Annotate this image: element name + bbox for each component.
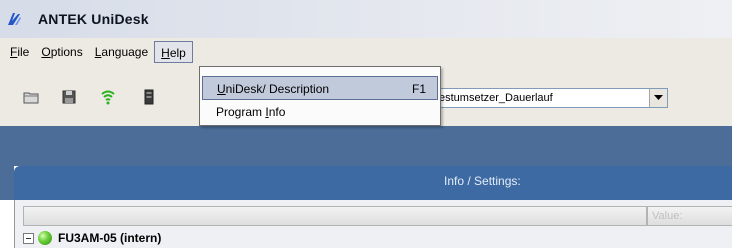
title-bar: ANTEK UniDesk [0, 0, 732, 38]
header-value-column[interactable]: Value: [647, 206, 732, 226]
menu-options[interactable]: Options [35, 41, 88, 63]
combo-dropdown-button[interactable] [649, 89, 667, 107]
info-settings-panel: Info / Settings: [14, 166, 732, 200]
menu-item-program-info[interactable]: Program Info [202, 100, 438, 124]
tree-row-label: FU3AM-05 (intern) [58, 231, 162, 245]
project-combo[interactable]: estumsetzer_Dauerlauf [432, 88, 668, 108]
menu-file[interactable]: File [4, 41, 35, 63]
app-logo-icon [8, 13, 21, 25]
collapse-icon[interactable] [23, 232, 34, 244]
tree-header: Value: [14, 200, 732, 228]
panel-frame [0, 166, 14, 200]
panel-title: Info / Settings: [444, 174, 521, 188]
folder-open-icon[interactable] [22, 88, 40, 106]
menu-language[interactable]: Language [89, 41, 154, 63]
menu-bar: File Options Language Help [0, 38, 732, 66]
device-icon[interactable] [140, 88, 158, 106]
wireless-signal-icon[interactable] [99, 88, 117, 106]
tree-row[interactable]: FU3AM-05 (intern) [14, 228, 732, 248]
blue-band [0, 126, 732, 166]
help-menu-dropdown: UniDesk/ Description F1 Program Info [199, 66, 441, 126]
menu-item-unidesk-description[interactable]: UniDesk/ Description F1 [202, 76, 438, 100]
status-online-icon [38, 231, 52, 245]
chevron-down-icon [654, 95, 663, 100]
project-combo-value: estumsetzer_Dauerlauf [439, 92, 553, 104]
save-icon[interactable] [60, 88, 78, 106]
window-title: ANTEK UniDesk [38, 11, 149, 27]
shortcut-label: F1 [412, 82, 427, 96]
header-value-label: Value: [652, 210, 683, 222]
header-name-column[interactable] [23, 206, 647, 226]
menu-help[interactable]: Help [154, 41, 193, 63]
